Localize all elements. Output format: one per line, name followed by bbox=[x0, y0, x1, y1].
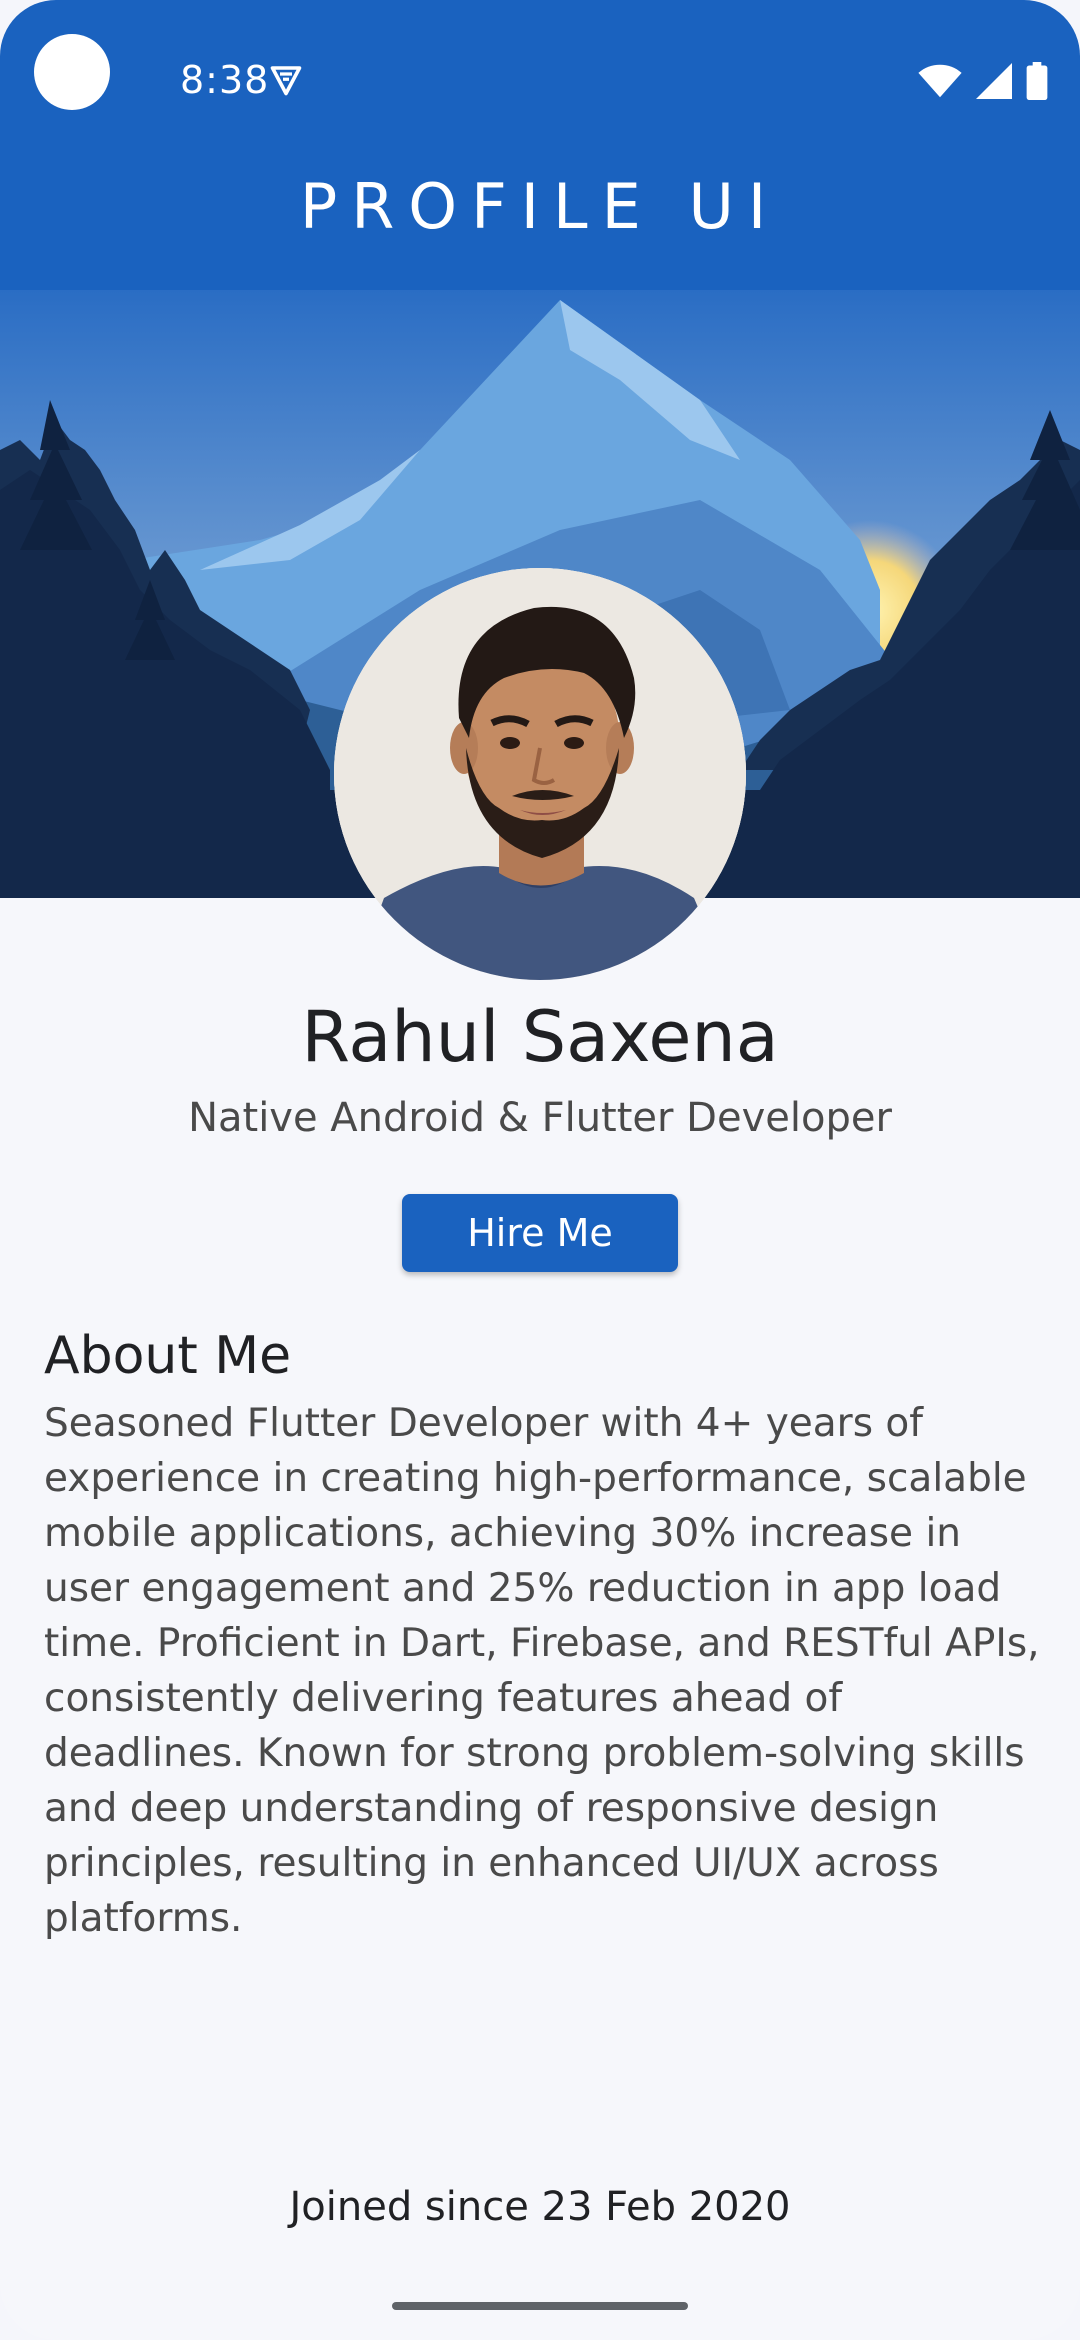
app-bar-title: PROFILE UI bbox=[299, 170, 781, 243]
about-text: Seasoned Flutter Developer with 4+ years… bbox=[44, 1401, 1040, 1941]
joined-date: Joined since 23 Feb 2020 bbox=[289, 2184, 791, 2230]
avatar-photo bbox=[334, 568, 746, 980]
profile-avatar bbox=[334, 568, 746, 980]
wifi-icon bbox=[918, 64, 962, 98]
profile-name: Rahul Saxena bbox=[301, 996, 779, 1078]
app-bar: 8:38 PROFILE UI bbox=[0, 0, 1080, 290]
status-bar: 8:38 bbox=[0, 0, 1080, 150]
battery-icon bbox=[1026, 62, 1048, 100]
hire-me-button[interactable]: Hire Me bbox=[402, 1194, 678, 1272]
signal-icon bbox=[976, 63, 1012, 99]
vpn-key-icon bbox=[270, 66, 302, 96]
home-indicator[interactable] bbox=[392, 2302, 688, 2310]
profile-role: Native Android & Flutter Developer bbox=[188, 1095, 892, 1141]
system-icons bbox=[918, 62, 1048, 100]
camera-cutout bbox=[34, 34, 110, 110]
status-time: 8:38 bbox=[180, 58, 270, 102]
profile-screen: 8:38 PROFILE UI Rahul Saxena Native Andr… bbox=[0, 0, 1080, 2340]
about-heading: About Me bbox=[44, 1326, 292, 1386]
